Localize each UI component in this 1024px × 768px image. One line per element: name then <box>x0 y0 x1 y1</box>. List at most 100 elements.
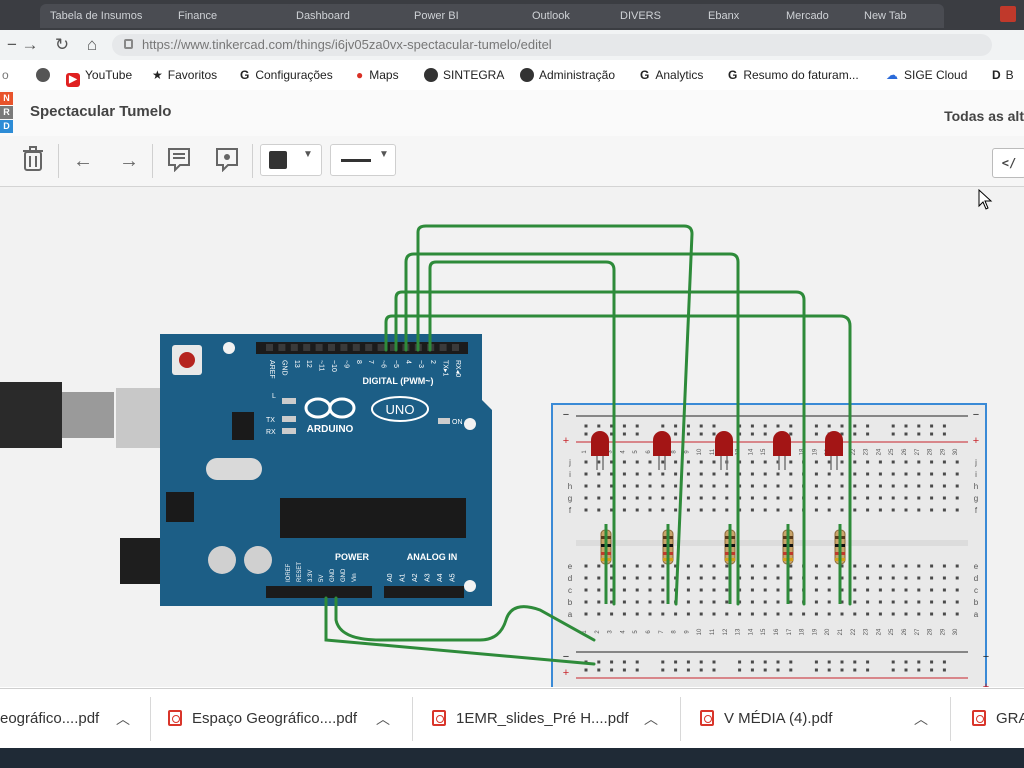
rail-hole <box>635 668 639 672</box>
bookmark-item[interactable]: ● Maps <box>356 66 399 84</box>
browser-tab[interactable]: Tabela de Insumos <box>40 4 180 28</box>
undo-icon[interactable]: ← <box>68 146 98 176</box>
breadboard-hole <box>891 612 895 616</box>
digital-pin-label: AREF <box>268 360 275 379</box>
arduino-uno-board[interactable]: ARDUINO UNO DIGITAL (PWM~) POWER ANALOG … <box>160 334 492 606</box>
download-item[interactable]: Espaço Geográfico....pdf <box>168 707 357 731</box>
rail-hole <box>840 424 844 428</box>
bookmark-overflow[interactable]: o <box>2 66 9 84</box>
power-pin-label: 5V <box>319 575 325 582</box>
breadboard-hole <box>610 612 614 616</box>
view-notes-icon[interactable] <box>212 146 242 176</box>
breadboard-hole <box>930 576 934 580</box>
download-item[interactable]: V MÉDIA (4).pdf <box>700 707 832 731</box>
bookmark-item[interactable]: Administração <box>520 66 615 84</box>
code-button[interactable]: </ <box>992 148 1024 178</box>
rail-hole <box>763 660 767 664</box>
breadboard-hole <box>686 612 690 616</box>
chevron-up-icon[interactable]: ︿ <box>376 707 390 731</box>
trash-icon[interactable] <box>18 146 48 176</box>
breadboard-hole <box>891 600 895 604</box>
tinkercad-logo[interactable]: N R D <box>0 92 14 134</box>
bookmark-item[interactable]: DB <box>992 66 1014 84</box>
os-taskbar <box>0 748 1024 768</box>
back-button-icon[interactable]: → <box>20 35 40 55</box>
browser-tab[interactable]: Dashboard <box>286 4 416 28</box>
breadboard-hole <box>789 508 793 512</box>
download-item[interactable]: eográfico....pdf <box>0 707 99 731</box>
column-number: 29 <box>940 448 946 455</box>
analog-header[interactable] <box>384 586 464 598</box>
column-number: 15 <box>761 628 767 635</box>
circuit-canvas[interactable]: ARDUINO UNO DIGITAL (PWM~) POWER ANALOG … <box>0 187 1024 693</box>
chevron-up-icon[interactable]: ︿ <box>914 707 928 731</box>
breadboard-hole <box>955 472 959 476</box>
back-arrow-icon[interactable]: − <box>2 35 22 55</box>
breadboard-hole <box>904 460 908 464</box>
power-header[interactable] <box>266 586 372 598</box>
rail-hole <box>930 668 934 672</box>
bookmark-item[interactable]: SINTEGRA <box>424 66 504 84</box>
url-input[interactable]: https://www.tinkercad.com/things/i6jv05z… <box>112 34 992 56</box>
breadboard-hole <box>814 484 818 488</box>
toolbar-divider <box>58 144 59 178</box>
browser-tab[interactable]: Outlook <box>522 4 622 28</box>
breadboard-hole <box>827 612 831 616</box>
digital-header[interactable] <box>256 342 468 354</box>
browser-tab[interactable]: Ebanx <box>698 4 788 28</box>
browser-tab[interactable]: Mercado <box>776 4 866 28</box>
browser-tab[interactable]: Power BI <box>404 4 534 28</box>
led-label: L <box>272 393 276 400</box>
breadboard-hole <box>930 612 934 616</box>
rail-hole <box>584 432 588 436</box>
breadboard-hole <box>878 472 882 476</box>
chevron-up-icon[interactable]: ︿ <box>644 707 658 731</box>
bookmark-item[interactable]: G Resumo do faturam... <box>728 66 859 84</box>
reload-icon[interactable]: ↻ <box>52 35 72 55</box>
digital-pin-socket <box>439 344 447 351</box>
color-dropdown[interactable]: ▼ <box>260 144 322 176</box>
download-item[interactable]: GRA <box>972 707 1024 731</box>
bookmark-label: Configurações <box>255 68 333 82</box>
breadboard-hole <box>712 588 716 592</box>
rail-hole <box>942 660 946 664</box>
redo-icon[interactable]: → <box>114 146 144 176</box>
breadboard-hole <box>725 496 729 500</box>
download-item[interactable]: 1EMR_slides_Pré H....pdf <box>432 707 629 731</box>
bookmark-globe[interactable] <box>36 66 55 84</box>
breadboard-hole <box>930 588 934 592</box>
bookmark-item[interactable]: ☁ SIGE Cloud <box>886 66 967 84</box>
wire-style-dropdown[interactable]: ▼ <box>330 144 396 176</box>
chevron-up-icon[interactable]: ︿ <box>116 707 130 731</box>
board-model: UNO <box>386 402 415 417</box>
column-number: 30 <box>953 628 959 635</box>
breadboard-hole <box>776 472 780 476</box>
notes-icon[interactable] <box>164 146 194 176</box>
cloud-icon: ☁ <box>886 68 898 82</box>
calendar-icon[interactable] <box>1000 6 1016 22</box>
home-icon[interactable]: ⌂ <box>82 35 102 55</box>
download-divider <box>150 697 151 741</box>
app-header: N R D Spectacular Tumelo Todas as alt <box>0 90 1024 137</box>
project-title[interactable]: Spectacular Tumelo <box>30 103 171 120</box>
pdf-icon <box>168 710 182 726</box>
download-label: GRA <box>996 710 1024 727</box>
bookmark-item[interactable]: G Analytics <box>640 66 703 84</box>
browser-tab[interactable]: New Tab <box>854 4 944 28</box>
browser-tab[interactable]: DIVERS <box>610 4 710 28</box>
column-number: 22 <box>851 448 857 455</box>
breadboard-hole <box>878 508 882 512</box>
browser-tab[interactable]: Finance <box>168 4 298 28</box>
bookmark-item[interactable]: ★ Favoritos <box>152 66 217 84</box>
bookmark-item[interactable]: ▶ YouTube <box>66 66 132 87</box>
bookmark-item[interactable]: G Configurações <box>240 66 333 84</box>
breadboard-hole <box>776 612 780 616</box>
row-letter: g <box>974 494 978 503</box>
breadboard-hole <box>661 472 665 476</box>
atmega-chip <box>280 498 466 538</box>
breadboard-hole <box>853 472 857 476</box>
column-number: 30 <box>953 448 959 455</box>
breadboard[interactable]: − + − + − + − + 112233445566778899101011… <box>551 403 989 693</box>
breadboard-hole <box>853 588 857 592</box>
breadboard-hole <box>622 508 626 512</box>
